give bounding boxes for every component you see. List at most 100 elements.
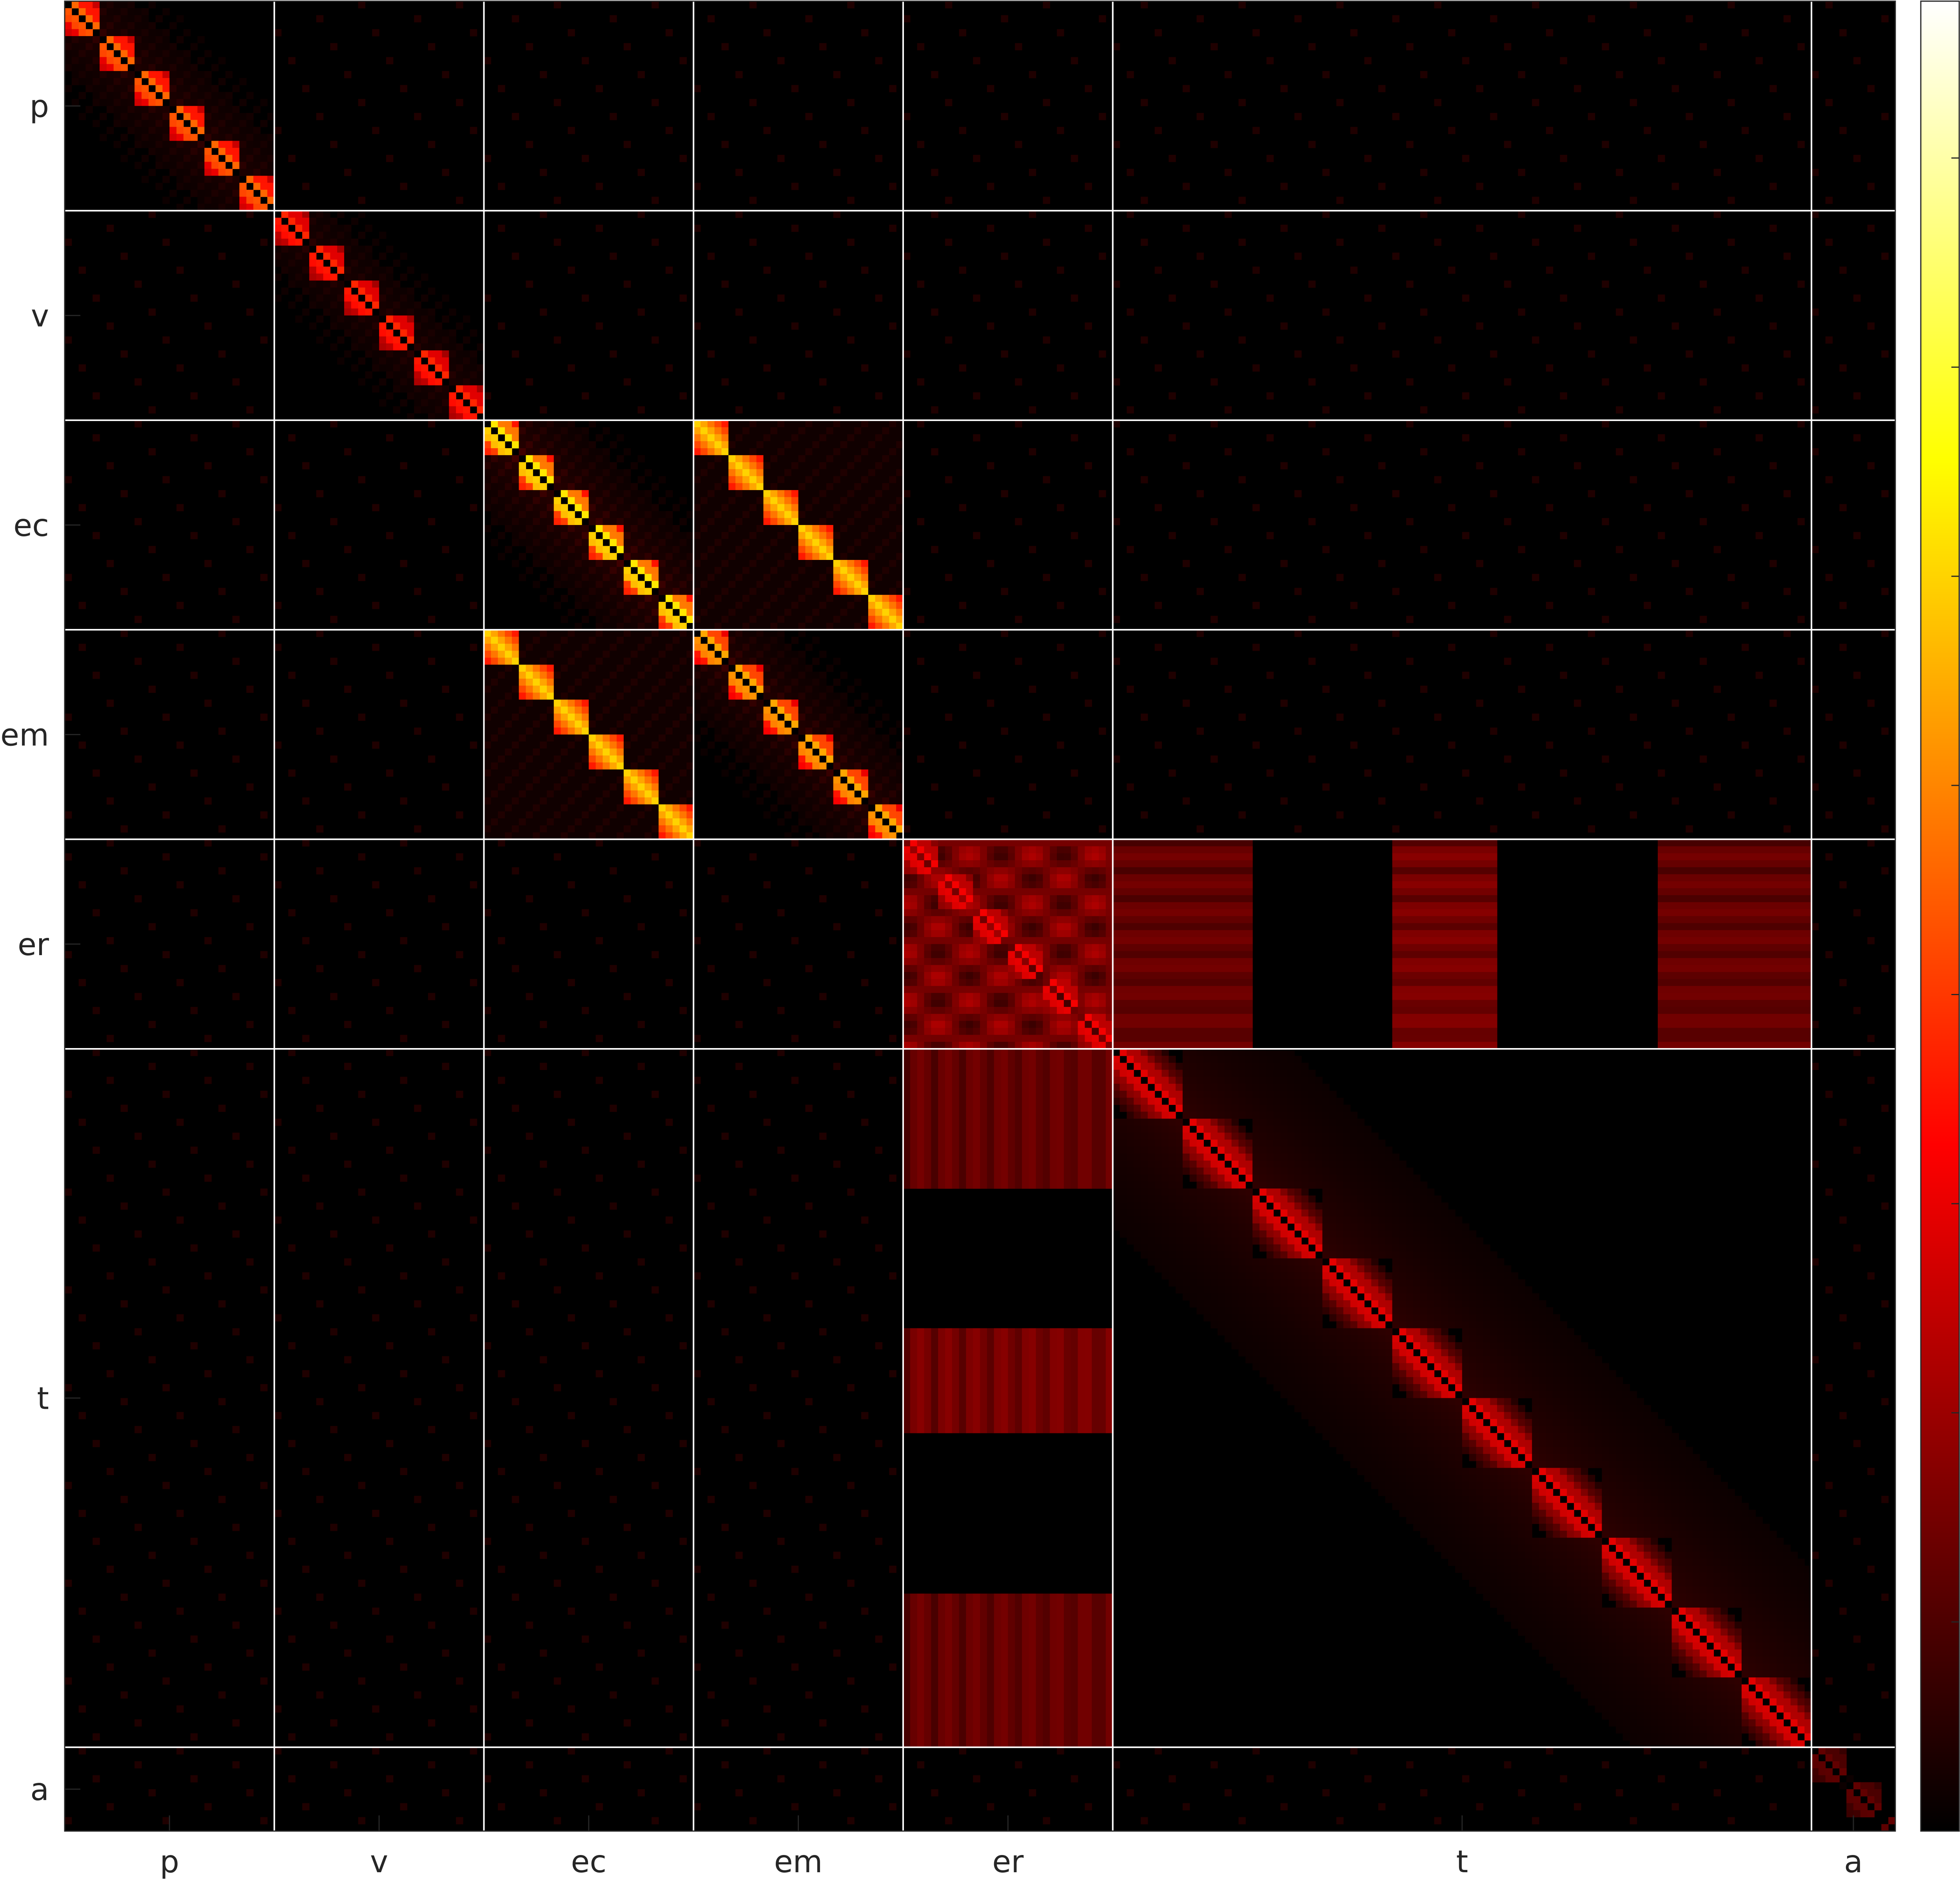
heatmap-cell [798, 783, 806, 791]
heatmap-cell [1154, 1063, 1162, 1070]
heatmap-cell [1567, 1356, 1574, 1364]
heatmap-cell [512, 483, 519, 491]
heatmap-cell [603, 476, 610, 483]
heatmap-cell [1161, 1125, 1169, 1133]
heatmap-cell [1427, 1251, 1435, 1259]
heatmap-cell [575, 525, 582, 532]
heatmap-cell [1231, 1216, 1239, 1224]
heatmap-cell [1105, 923, 1113, 930]
heatmap-cell [1371, 1202, 1379, 1210]
heatmap-cell [1147, 1146, 1155, 1154]
heatmap-cell [1266, 1223, 1274, 1231]
heatmap-cell [1231, 1105, 1239, 1112]
heatmap-cell [169, 141, 177, 148]
heatmap-cell [1413, 1321, 1421, 1329]
heatmap-cell [1455, 1230, 1463, 1238]
heatmap-cell [1057, 923, 1064, 930]
heatmap-cell [1322, 1216, 1330, 1224]
heatmap-cell [917, 1035, 924, 1042]
heatmap-cell [554, 427, 561, 434]
heatmap-cell [1238, 1077, 1246, 1084]
heatmap-cell [1441, 1349, 1448, 1357]
heatmap-cell [449, 364, 456, 372]
heatmap-cell [337, 308, 345, 316]
heatmap-cell [93, 22, 100, 29]
heatmap-cell [561, 560, 568, 567]
heatmap-cell [1050, 902, 1057, 910]
heatmap-cell [1490, 1251, 1497, 1259]
heatmap-cell [980, 888, 987, 896]
heatmap-cell [1008, 1014, 1015, 1021]
heatmap-cell [1189, 1251, 1197, 1259]
heatmap-cell [78, 113, 86, 120]
heatmap-cell [477, 378, 485, 386]
heatmap-cell [966, 1035, 973, 1042]
heatmap-cell [1252, 1356, 1260, 1364]
heatmap-cell [1511, 1286, 1519, 1294]
heatmap-cell [1259, 1188, 1267, 1196]
heatmap-cell [1364, 1244, 1372, 1252]
heatmap-cell [1169, 1202, 1176, 1210]
heatmap-cell [952, 958, 960, 965]
heatmap-cell [610, 616, 617, 623]
heatmap-cell [1134, 1237, 1141, 1245]
heatmap-cell [959, 895, 966, 903]
heatmap-cell [679, 546, 687, 553]
heatmap-cell [386, 308, 394, 316]
heatmap-cell [260, 189, 268, 197]
heatmap-cell [148, 127, 156, 134]
heatmap-cell [1273, 1056, 1281, 1063]
heatmap-cell [749, 713, 757, 721]
heatmap-cell [1413, 1328, 1421, 1335]
heatmap-cell [526, 504, 533, 511]
heatmap-cell [1078, 1028, 1085, 1035]
heatmap-cell [847, 720, 855, 728]
heatmap-cell [232, 148, 240, 155]
heatmap-cell [1218, 1293, 1225, 1301]
heatmap-cell [1273, 1293, 1281, 1301]
heatmap-cell [1329, 1167, 1337, 1175]
heatmap-cell [854, 699, 862, 707]
heatmap-cell [491, 504, 498, 511]
heatmap-cell [1238, 1195, 1246, 1203]
heatmap-cell [1469, 1279, 1477, 1287]
heatmap-cell [393, 371, 401, 379]
heatmap-cell [868, 727, 876, 735]
heatmap-cell [1266, 1112, 1274, 1119]
heatmap-cell [1378, 1195, 1386, 1203]
heatmap-cell [1036, 1000, 1044, 1007]
heatmap-cell [1273, 1286, 1281, 1294]
heatmap-cell [637, 560, 645, 567]
heatmap-cell [1161, 1181, 1169, 1189]
heatmap-cell [1301, 1139, 1309, 1147]
heatmap-cell [861, 769, 869, 777]
heatmap-cell [630, 490, 638, 498]
heatmap-cell [344, 350, 352, 358]
heatmap-cell [721, 727, 729, 735]
heatmap-cell [826, 720, 834, 728]
heatmap-cell [791, 734, 799, 742]
heatmap-cell [253, 183, 261, 190]
heatmap-cell [742, 741, 750, 749]
heatmap-cell [1112, 1223, 1120, 1231]
heatmap-cell [1497, 1258, 1504, 1266]
heatmap-cell [1476, 1349, 1483, 1357]
heatmap-cell [1420, 1202, 1428, 1210]
heatmap-cell [861, 755, 869, 763]
heatmap-cell [1231, 1286, 1239, 1294]
heatmap-cell [1036, 874, 1044, 882]
heatmap-cell [582, 462, 589, 470]
heatmap-cell [1287, 1209, 1295, 1217]
heatmap-cell [414, 378, 421, 386]
heatmap-cell [197, 71, 205, 78]
heatmap-cell [1315, 1090, 1323, 1098]
heatmap-cell [784, 678, 792, 686]
heatmap-cell [1140, 1230, 1148, 1238]
heatmap-cell [1294, 1321, 1302, 1329]
heatmap-cell [1378, 1167, 1386, 1175]
heatmap-cell [449, 406, 456, 414]
heatmap-cell [714, 630, 722, 637]
heatmap-cell [882, 790, 889, 798]
heatmap-cell [1245, 1265, 1253, 1273]
heatmap-cell [924, 1042, 931, 1049]
